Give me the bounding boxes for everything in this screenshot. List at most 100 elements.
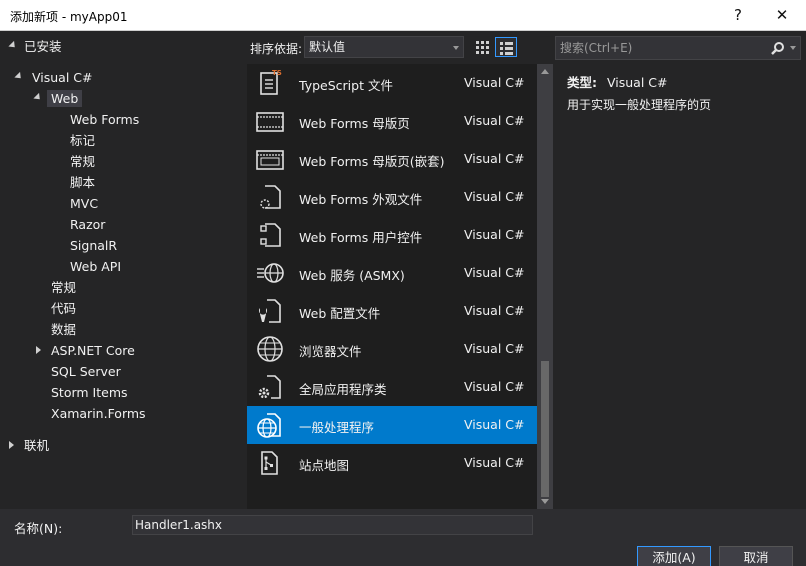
expand-down-icon[interactable]	[14, 71, 24, 82]
tree-node-razor[interactable]: Razor	[70, 214, 105, 235]
list-item[interactable]: Web Forms 母版页 Visual C#	[247, 102, 537, 140]
list-item-selected[interactable]: 一般处理程序 Visual C#	[247, 406, 537, 444]
template-language: Visual C#	[464, 227, 525, 242]
category-tree: 已安装 Visual C# Web Web Forms 标记 常规 脚本 MVC…	[0, 31, 246, 509]
description-pane: 类型: Visual C# 用于实现一般处理程序的页	[555, 64, 803, 509]
generic-handler-icon	[255, 410, 285, 440]
add-button[interactable]: 添加(A)	[637, 546, 711, 566]
tree-node-web[interactable]: Web	[33, 88, 83, 109]
sort-label: 排序依据:	[250, 42, 303, 56]
list-item[interactable]: 站点地图 Visual C#	[247, 444, 537, 482]
global-app-class-icon	[255, 372, 285, 402]
template-name: 站点地图	[299, 458, 350, 473]
list-view-button[interactable]	[495, 37, 517, 57]
search-input[interactable]: 搜索(Ctrl+E)	[555, 36, 801, 60]
nested-master-page-icon	[255, 144, 285, 174]
template-language: Visual C#	[464, 455, 525, 470]
template-name: 一般处理程序	[299, 420, 375, 435]
list-item[interactable]: Web 服务 (ASMX) Visual C#	[247, 254, 537, 292]
tree-node-general[interactable]: 常规	[70, 151, 95, 172]
template-language: Visual C#	[464, 417, 525, 432]
search-options-chevron-icon[interactable]	[790, 46, 796, 50]
tree-label: Visual C#	[32, 70, 93, 85]
vertical-scrollbar[interactable]	[537, 64, 553, 509]
tree-label: 已安装	[24, 39, 62, 54]
user-control-icon	[255, 220, 285, 250]
dialog-client: 已安装 Visual C# Web Web Forms 标记 常规 脚本 MVC…	[0, 31, 806, 566]
description-text: 用于实现一般处理程序的页	[567, 98, 712, 112]
tree-node-signalr[interactable]: SignalR	[70, 235, 117, 256]
list-item[interactable]: Web Forms 母版页(嵌套) Visual C#	[247, 140, 537, 178]
sort-value: 默认值	[309, 40, 346, 54]
footer: 名称(N): Handler1.ashx 添加(A) 取消	[0, 509, 806, 566]
master-page-icon	[255, 106, 285, 136]
tree-node-aspnet-core[interactable]: ASP.NET Core	[33, 340, 135, 361]
expand-right-icon[interactable]	[6, 440, 16, 450]
scroll-up-icon[interactable]	[541, 69, 549, 74]
tree-node-sql-server[interactable]: SQL Server	[51, 361, 121, 382]
scroll-thumb[interactable]	[541, 361, 549, 497]
name-input[interactable]: Handler1.ashx	[132, 515, 533, 535]
name-label: 名称(N):	[14, 521, 63, 536]
template-language: Visual C#	[464, 189, 525, 204]
expand-right-icon[interactable]	[33, 345, 43, 355]
expand-down-icon[interactable]	[33, 92, 43, 103]
chevron-down-icon	[453, 46, 459, 50]
close-button[interactable]: ✕	[762, 2, 802, 28]
template-name: Web Forms 母版页	[299, 116, 410, 131]
skin-file-icon	[255, 182, 285, 212]
cancel-button[interactable]: 取消	[719, 546, 793, 566]
search-placeholder: 搜索(Ctrl+E)	[560, 41, 633, 55]
list-item[interactable]: Web Forms 外观文件 Visual C#	[247, 178, 537, 216]
title-bar: 添加新项 - myApp01 ? ✕	[0, 0, 806, 31]
expand-down-icon[interactable]	[8, 40, 18, 51]
template-name: Web Forms 用户控件	[299, 230, 423, 245]
typescript-file-icon: TS	[255, 68, 285, 98]
web-service-icon	[255, 258, 285, 288]
type-label: 类型:	[567, 75, 597, 90]
template-language: Visual C#	[464, 113, 525, 128]
template-list: TS TypeScript 文件 Visual C# Web Forms 母版页…	[247, 64, 553, 509]
browser-file-icon	[255, 334, 285, 364]
template-language: Visual C#	[464, 379, 525, 394]
tree-node-data[interactable]: 数据	[51, 319, 76, 340]
template-language: Visual C#	[464, 341, 525, 356]
tree-node-visual-csharp[interactable]: Visual C#	[14, 67, 93, 88]
tree-node-storm-items[interactable]: Storm Items	[51, 382, 128, 403]
svg-text:TS: TS	[272, 69, 282, 77]
list-item[interactable]: TS TypeScript 文件 Visual C#	[247, 64, 537, 102]
template-name: 浏览器文件	[299, 344, 362, 359]
list-item[interactable]: Web 配置文件 Visual C#	[247, 292, 537, 330]
scroll-down-icon[interactable]	[541, 499, 549, 504]
tree-node-web-api[interactable]: Web API	[70, 256, 121, 277]
window-title: 添加新项 - myApp01	[10, 10, 128, 24]
tree-node-script[interactable]: 脚本	[70, 172, 95, 193]
grid-view-button[interactable]	[471, 37, 493, 57]
template-name: Web Forms 外观文件	[299, 192, 423, 207]
web-config-icon	[255, 296, 285, 326]
list-item[interactable]: 浏览器文件 Visual C#	[247, 330, 537, 368]
tree-node-xamarin-forms[interactable]: Xamarin.Forms	[51, 403, 146, 424]
tree-node-web-forms[interactable]: Web Forms	[70, 109, 139, 130]
template-name: 全局应用程序类	[299, 382, 387, 397]
tree-label: 联机	[24, 438, 50, 453]
template-language: Visual C#	[464, 303, 525, 318]
list-item[interactable]: Web Forms 用户控件 Visual C#	[247, 216, 537, 254]
template-name: Web Forms 母版页(嵌套)	[299, 154, 445, 169]
tree-node-online[interactable]: 联机	[6, 435, 49, 456]
help-button[interactable]: ?	[718, 2, 758, 28]
tree-label: Web	[47, 90, 83, 107]
tree-node-csharp-general[interactable]: 常规	[51, 277, 76, 298]
template-language: Visual C#	[464, 75, 525, 90]
tree-node-mvc[interactable]: MVC	[70, 193, 98, 214]
template-name: TypeScript 文件	[299, 78, 393, 93]
template-language: Visual C#	[464, 265, 525, 280]
tree-node-installed[interactable]: 已安装	[8, 36, 62, 57]
template-language: Visual C#	[464, 151, 525, 166]
tree-node-code[interactable]: 代码	[51, 298, 76, 319]
list-item[interactable]: 全局应用程序类 Visual C#	[247, 368, 537, 406]
template-name: Web 配置文件	[299, 306, 381, 321]
tree-node-markup[interactable]: 标记	[70, 130, 95, 151]
sort-dropdown[interactable]: 默认值	[304, 36, 464, 58]
search-icon[interactable]	[770, 41, 786, 63]
